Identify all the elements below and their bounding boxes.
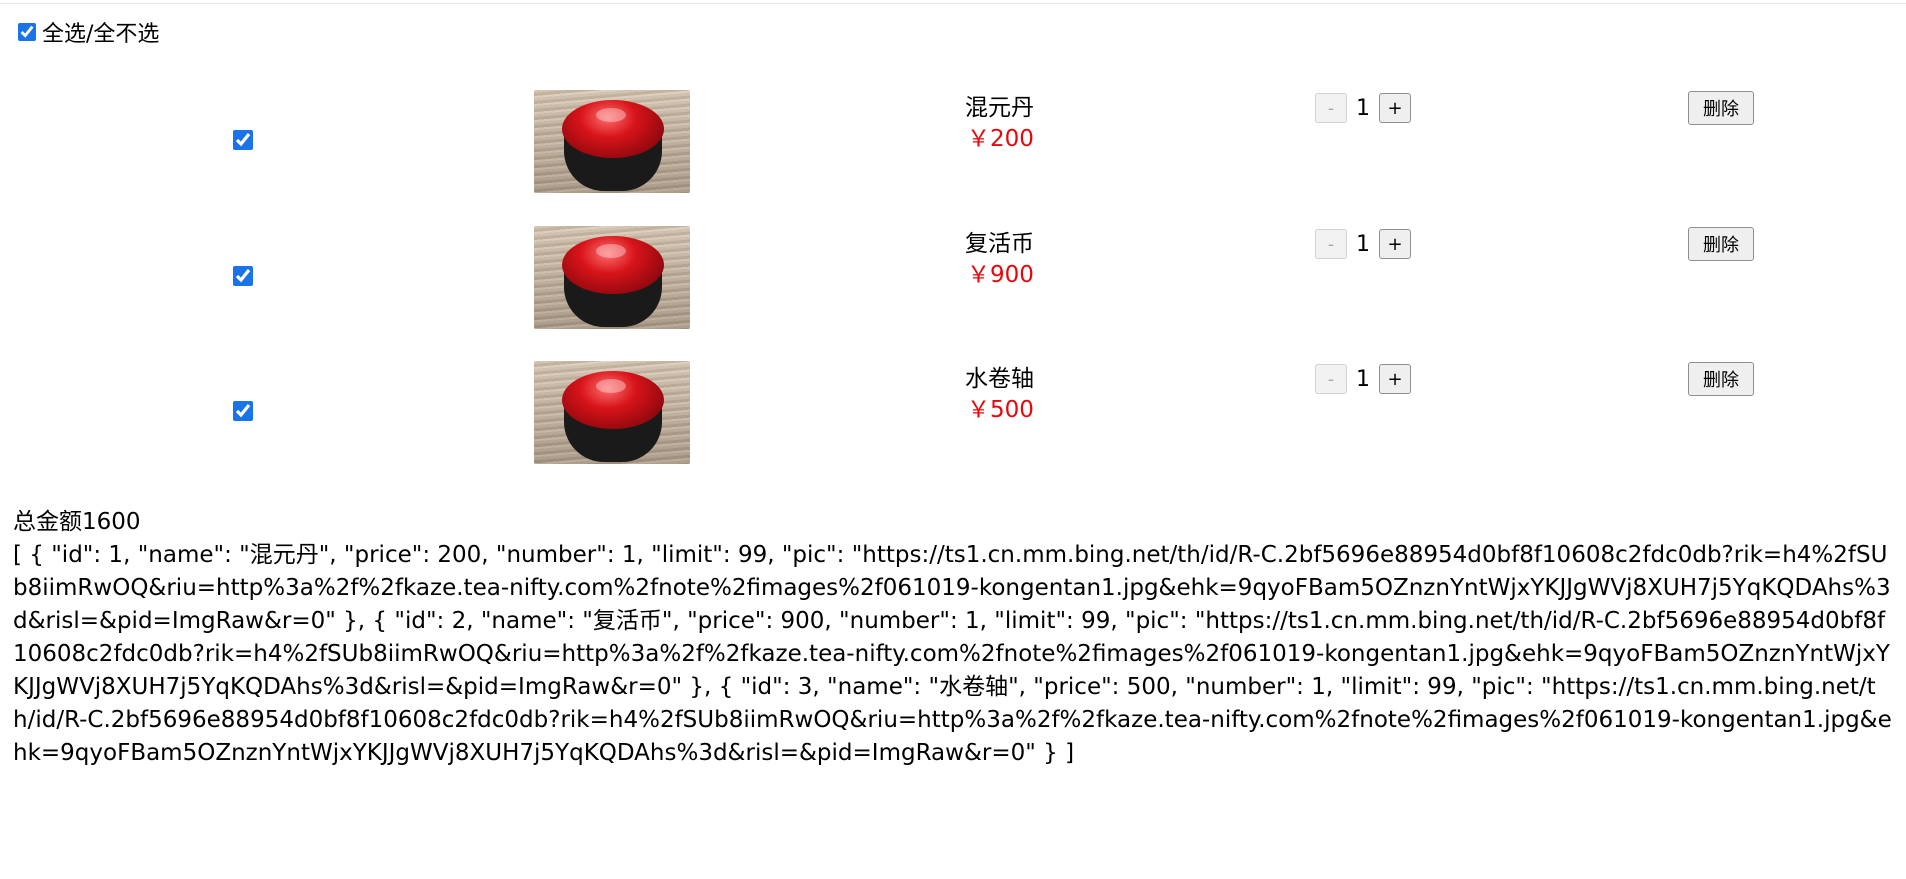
decrement-button[interactable]: - — [1315, 229, 1347, 259]
increment-button[interactable]: + — [1379, 229, 1411, 259]
top-divider — [0, 3, 1906, 4]
quantity-stepper: - 1 + — [1315, 91, 1411, 125]
quantity-value: 1 — [1356, 95, 1370, 121]
product-name: 水卷轴 — [965, 366, 1034, 392]
product-price: ￥900 — [967, 262, 1034, 288]
item-checkbox[interactable] — [233, 266, 253, 286]
quantity-value: 1 — [1356, 231, 1370, 257]
select-all-control[interactable]: 全选/全不选 — [18, 20, 159, 47]
decrement-button[interactable]: - — [1315, 364, 1347, 394]
product-price: ￥200 — [967, 126, 1034, 152]
product-name: 混元丹 — [965, 95, 1034, 121]
decrement-button[interactable]: - — [1315, 93, 1347, 123]
item-checkbox[interactable] — [233, 401, 253, 421]
delete-button[interactable]: 删除 — [1688, 91, 1754, 125]
item-checkbox[interactable] — [233, 130, 253, 150]
increment-button[interactable]: + — [1379, 364, 1411, 394]
cart-item-row: 复活币 ￥900 - 1 + 删除 — [0, 226, 1906, 330]
product-price: ￥500 — [967, 397, 1034, 423]
product-name: 复活币 — [965, 231, 1034, 257]
cart-item-row: 混元丹 ￥200 - 1 + 删除 — [0, 90, 1906, 194]
product-image — [534, 361, 690, 464]
product-image — [534, 90, 690, 193]
cart-json-output: [ { "id": 1, "name": "混元丹", "price": 200… — [13, 542, 1892, 766]
delete-button[interactable]: 删除 — [1688, 227, 1754, 261]
quantity-value: 1 — [1356, 366, 1370, 392]
total-amount: 总金额1600 — [13, 509, 141, 535]
select-all-checkbox[interactable] — [18, 23, 36, 41]
cart-item-row: 水卷轴 ￥500 - 1 + 删除 — [0, 361, 1906, 465]
select-all-label: 全选/全不选 — [42, 22, 160, 47]
increment-button[interactable]: + — [1379, 93, 1411, 123]
product-image — [534, 226, 690, 329]
quantity-stepper: - 1 + — [1315, 362, 1411, 396]
quantity-stepper: - 1 + — [1315, 227, 1411, 261]
delete-button[interactable]: 删除 — [1688, 362, 1754, 396]
